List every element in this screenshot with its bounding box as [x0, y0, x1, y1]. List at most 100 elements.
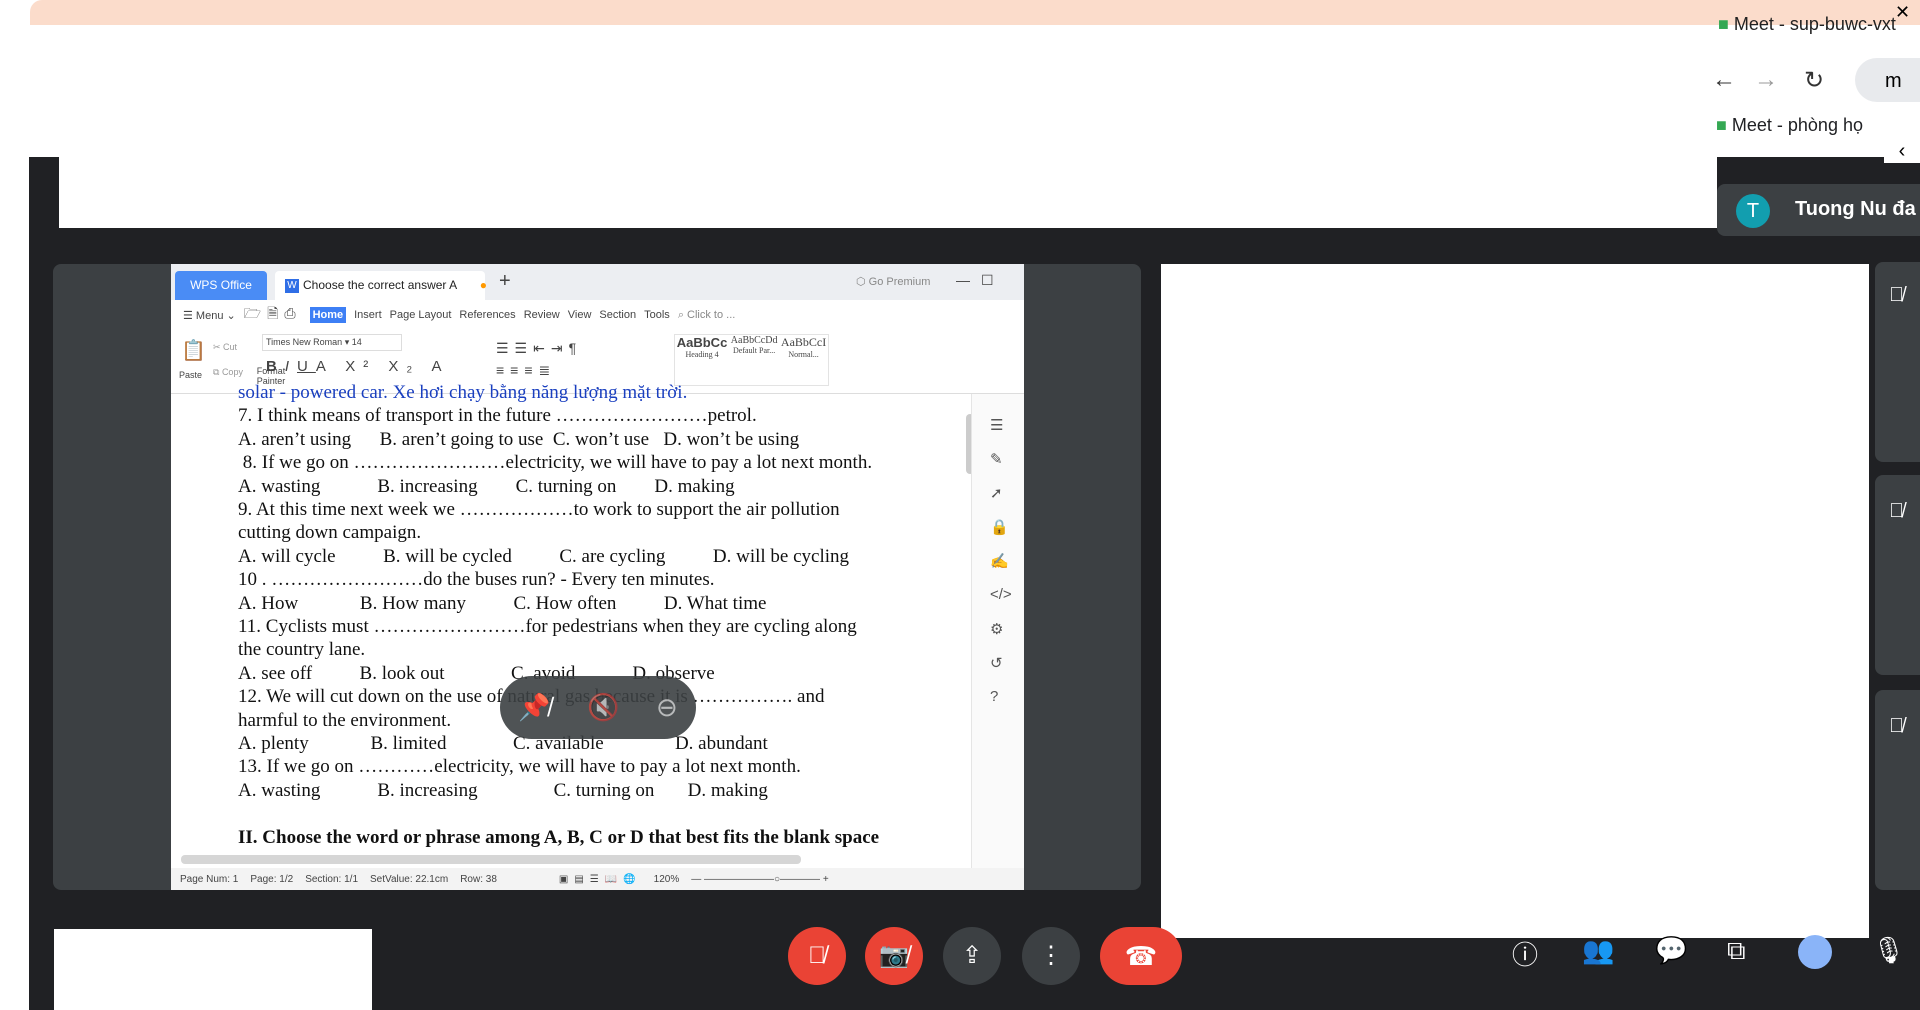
document-line: 8. If we go on ……………………electricity, we w… [238, 452, 873, 474]
go-premium-button[interactable]: ⬡ Go Premium [856, 275, 930, 288]
help-icon[interactable]: ? [990, 688, 998, 705]
doc-tab-title: Choose the correct answer A [303, 278, 457, 292]
select-icon[interactable]: ➚ [990, 484, 1003, 502]
status-page-num: Page Num: 1 [180, 873, 239, 885]
styles-gallery[interactable]: AaBbCc Heading 4 AaBbCcDd Default Par... A… [674, 334, 829, 386]
font-value: Times New Roman [266, 337, 343, 347]
style-heading4: AaBbCc [676, 335, 728, 350]
edit-icon[interactable]: ✎ [990, 450, 1003, 468]
history-icon[interactable]: ↺ [990, 654, 1003, 672]
format-buttons[interactable]: BIUA X² X₂ A [266, 358, 450, 375]
browser-tab[interactable]: ■ Meet - sup-buwc-vxt [1718, 14, 1896, 35]
wps-window: WPS Office W Choose the correct answer A … [171, 264, 1024, 890]
document-line: harmful to the environment. [238, 709, 452, 731]
mute-icon[interactable]: 🔇 [587, 692, 619, 723]
wps-home-tab[interactable]: WPS Office [175, 271, 267, 300]
style-name: Heading 4 [685, 350, 719, 359]
meet-icon: ■ [1718, 14, 1729, 34]
tab-references[interactable]: References [459, 309, 515, 321]
address-bar[interactable]: m [1855, 58, 1920, 102]
tab-review[interactable]: Review [524, 309, 560, 321]
mic-toggle-button[interactable]: 🎙̸ [788, 927, 846, 985]
tab-view[interactable]: View [568, 309, 592, 321]
camera-off-icon: 📷̸ [879, 942, 909, 969]
self-avatar[interactable] [1798, 935, 1832, 969]
view-mode-icons[interactable]: ▣▤☰📖🌐 [559, 874, 642, 885]
settings-icon[interactable]: ⚙ [990, 620, 1003, 638]
present-button[interactable]: ⇪ [943, 927, 1001, 985]
minimize-button[interactable]: — [956, 272, 970, 288]
document-line: 9. At this time next week we ………………to wo… [238, 499, 840, 520]
tab-home[interactable]: Home [309, 307, 347, 323]
align-buttons[interactable]: ≡≡≡≣ [496, 362, 556, 379]
collapse-icon[interactable]: ‹ [1884, 140, 1920, 163]
status-setvalue: SetValue: 22.1cm [370, 873, 449, 885]
menu-label: Menu [195, 309, 224, 322]
navigation-icon[interactable]: ☰ [990, 416, 1003, 434]
forward-icon[interactable]: → [1754, 66, 1778, 94]
participant-tile: 🎙̸ [1875, 475, 1920, 675]
copy-button[interactable]: ⧉ Copy [213, 367, 243, 378]
document-line: cutting down campaign. [238, 522, 422, 544]
more-options-button[interactable]: ⋮ [1022, 927, 1080, 985]
zoom-slider[interactable]: — ———————○———— + [691, 874, 828, 885]
search-placeholder: Click to ... [687, 308, 736, 321]
mic-off-icon: 🎙̸ [808, 942, 826, 969]
style-normal: AaBbCcI [780, 335, 827, 349]
meet-page-title: ■ Meet - phòng họ [1716, 115, 1863, 136]
host-controls-icon[interactable]: 🎙 [1872, 935, 1905, 966]
mic-off-icon: 🎙̸ [1889, 284, 1904, 306]
participant-name: Tuong Nu đa [1795, 198, 1916, 220]
document-tab[interactable]: W Choose the correct answer A ● [275, 271, 488, 300]
unsaved-dot-icon: ● [479, 278, 488, 292]
font-select[interactable]: Times New Roman ▾ 14 [262, 334, 402, 351]
new-tab-button[interactable]: + [499, 270, 511, 293]
review-icon[interactable]: ✍ [990, 552, 1009, 570]
status-page: Page: 1/2 [250, 873, 294, 885]
zoom-level[interactable]: 120% [654, 874, 680, 885]
paste-icon[interactable]: 📋 [181, 338, 206, 363]
search-box[interactable]: ⌕ Click to ... [678, 309, 736, 322]
window-titlebar [30, 0, 1920, 25]
leave-call-button[interactable]: ☎ [1100, 927, 1182, 985]
quick-access-icons[interactable]: 🗁🗎⎙ [244, 303, 302, 327]
cut-button[interactable]: ✂ Cut [213, 342, 237, 353]
info-icon[interactable]: ⓘ [1512, 935, 1538, 972]
document-page[interactable]: solar - powered car. Xe hơi chạy bằng nă… [171, 382, 966, 855]
participant-tile: 🎙̸ [1875, 690, 1920, 890]
meet-icon: ■ [1716, 115, 1727, 135]
back-icon[interactable]: ← [1712, 66, 1736, 94]
tab-insert[interactable]: Insert [354, 309, 382, 321]
status-section: Section: 1/1 [305, 873, 358, 885]
lock-icon[interactable]: 🔒 [990, 518, 1009, 536]
style-name: Default Par... [733, 346, 776, 355]
horizontal-scrollbar[interactable] [181, 855, 801, 864]
reload-icon[interactable]: ↻ [1804, 66, 1824, 95]
activities-icon[interactable]: ⧉ [1727, 935, 1746, 967]
document-line: II. Choose the word or phrase among A, B… [238, 826, 880, 848]
document-line: solar - powered car. Xe hơi chạy bằng nă… [238, 382, 688, 403]
status-bar: Page Num: 1 Page: 1/2 Section: 1/1 SetVa… [171, 868, 1024, 890]
remove-icon[interactable]: ⊖ [656, 692, 678, 723]
people-icon[interactable]: 👥 [1582, 935, 1614, 966]
document-line: 10 . ……………………do the buses run? - Every t… [238, 569, 715, 591]
paste-label: Paste [179, 370, 203, 380]
camera-toggle-button[interactable]: 📷̸ [865, 927, 923, 985]
tab-page-layout[interactable]: Page Layout [390, 309, 452, 321]
tab-section[interactable]: Section [599, 309, 636, 321]
tab-tools[interactable]: Tools [644, 309, 670, 321]
menu-button[interactable]: ☰ Menu ⌄ [183, 309, 236, 322]
paragraph-buttons[interactable]: ☰☰⇤⇥¶ [496, 340, 582, 357]
mic-off-icon: 🎙̸ [1889, 500, 1904, 522]
present-icon: ⇪ [961, 942, 983, 969]
code-icon[interactable]: </> [990, 586, 1012, 603]
document-line: the country lane. [238, 639, 366, 661]
blank-overlay-bottom [54, 929, 372, 1010]
document-line: 7. I think means of transport in the fut… [238, 405, 757, 427]
close-icon[interactable]: ✕ [1895, 2, 1910, 23]
pin-off-icon[interactable]: 📌̸ [518, 692, 550, 723]
right-sidebar: ☰ ✎ ➚ 🔒 ✍ </> ⚙ ↺ ? [971, 394, 1024, 868]
maximize-button[interactable]: ☐ [981, 272, 994, 289]
chat-icon[interactable]: 💬 [1655, 935, 1687, 966]
size-value: 14 [351, 337, 362, 347]
